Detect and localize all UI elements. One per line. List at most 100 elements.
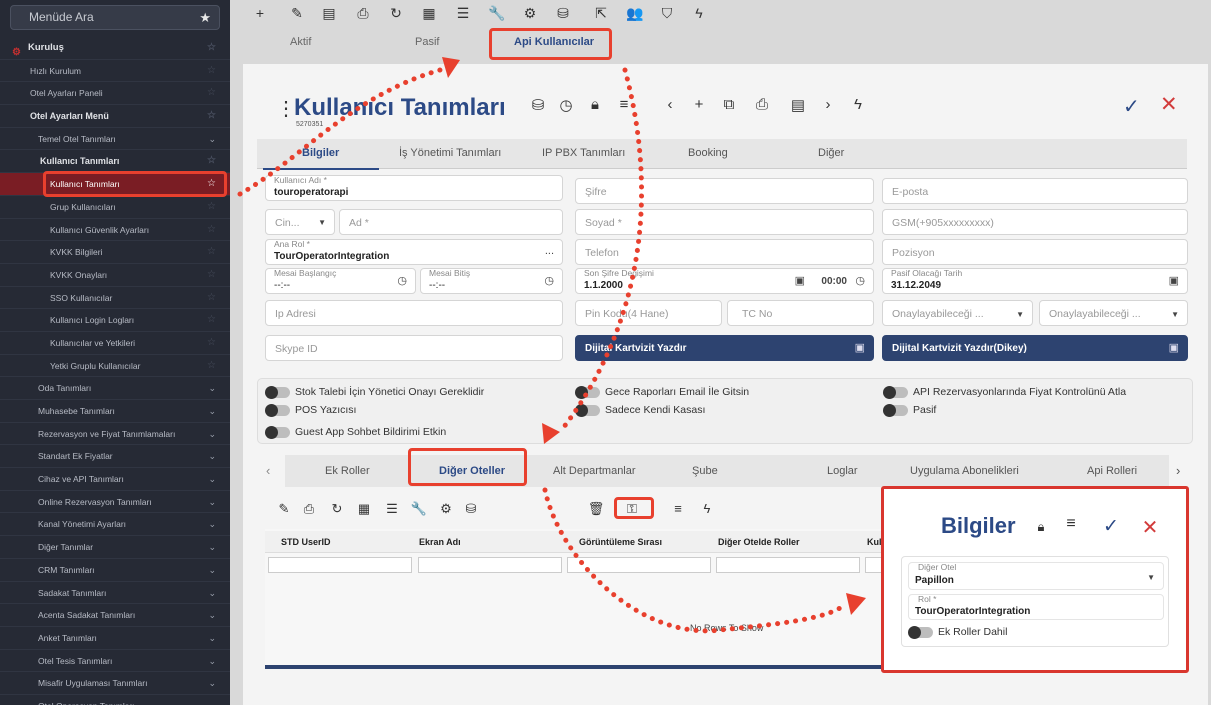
sidebar-item[interactable]: Sadakat Tanımları ⌄: [0, 582, 230, 605]
lock-icon[interactable]: 🔒︎: [1031, 519, 1051, 535]
chevron-down-icon[interactable]: ⌄: [208, 377, 216, 400]
chevron-down-icon[interactable]: ⌄: [208, 604, 216, 627]
flash-icon[interactable]: ϟ: [698, 501, 716, 516]
star-icon[interactable]: ☆: [207, 309, 216, 332]
chevron-down-icon[interactable]: ⌄: [208, 423, 216, 446]
flash-icon[interactable]: ϟ: [690, 5, 708, 21]
chevron-down-icon[interactable]: ⌄: [208, 559, 216, 582]
column-filter-input[interactable]: [716, 557, 860, 573]
sidebar-item[interactable]: CRM Tanımları ⌄: [0, 559, 230, 582]
column-header[interactable]: STD UserID: [281, 537, 331, 547]
close-icon[interactable]: ✕: [1160, 92, 1178, 117]
sidebar-item[interactable]: Yetki Gruplu Kullanıcılar ☆: [0, 355, 230, 378]
chevron-down-icon[interactable]: ⌄: [208, 582, 216, 605]
print-digital-card-vertical-button[interactable]: Dijital Kartvizit Yazdır(Dikey) ▣: [882, 335, 1188, 361]
position-field[interactable]: Pozisyon: [882, 239, 1188, 265]
chevron-down-icon[interactable]: ⌄: [208, 650, 216, 673]
star-icon[interactable]: ☆: [207, 219, 216, 242]
email-field[interactable]: E-posta: [882, 178, 1188, 204]
more-horiz-icon[interactable]: ...: [545, 245, 554, 257]
chevron-down-icon[interactable]: ⌄: [208, 468, 216, 491]
tab-pasif[interactable]: Pasif: [415, 36, 439, 48]
sidebar-item[interactable]: Kullanıcı Login Logları ☆: [0, 309, 230, 332]
menu-icon[interactable]: ≡: [1061, 515, 1081, 533]
tab-bilgiler[interactable]: Bilgiler: [302, 147, 339, 159]
chevron-down-icon[interactable]: ⌄: [208, 491, 216, 514]
star-icon[interactable]: ☆: [207, 196, 216, 219]
other-hotel-select[interactable]: Diğer Otel Papillon ▼: [908, 562, 1164, 590]
sidebar-item[interactable]: KVKK Bilgileri ☆: [0, 241, 230, 264]
star-icon[interactable]: ☆: [207, 105, 216, 128]
favorite-star-icon[interactable]: ★: [199, 6, 211, 29]
export-icon[interactable]: ⇱: [592, 5, 610, 22]
database-icon[interactable]: ⛁: [554, 5, 572, 22]
column-header[interactable]: Kul: [867, 537, 882, 547]
add-icon[interactable]: +: [251, 5, 269, 21]
edit-icon[interactable]: ✎: [288, 5, 306, 22]
chevron-down-icon[interactable]: ⌄: [208, 128, 216, 151]
last-password-change-field[interactable]: Son Şifre Değişimi 1.1.2000 ▣ 00:00 ◷: [575, 268, 874, 294]
calendar-icon[interactable]: ▣: [1169, 274, 1179, 287]
confirm-check-icon[interactable]: ✓: [1123, 94, 1140, 119]
chevron-down-icon[interactable]: ⌄: [208, 445, 216, 468]
approver1-select[interactable]: Onaylayabileceği ... ▼: [882, 300, 1033, 326]
gender-select[interactable]: Cin... ▼: [265, 209, 335, 235]
chevron-down-icon[interactable]: ⌄: [208, 672, 216, 695]
sidebar-item[interactable]: Otel Ayarları Menü ☆: [0, 105, 230, 128]
column-header[interactable]: Ekran Adı: [419, 537, 461, 547]
username-field[interactable]: Kullanıcı Adı * touroperatorapi: [265, 175, 563, 201]
column-filter-input[interactable]: [268, 557, 412, 573]
subtab-ek-roller[interactable]: Ek Roller: [325, 465, 370, 477]
star-icon[interactable]: ☆: [207, 241, 216, 264]
menu-icon[interactable]: ≡: [614, 96, 634, 113]
excel-icon[interactable]: ▦: [420, 5, 438, 22]
column-filter-input[interactable]: [418, 557, 562, 573]
sidebar-item[interactable]: Hızlı Kurulum ☆: [0, 60, 230, 83]
sidebar-item[interactable]: SSO Kullanıcılar ☆: [0, 287, 230, 310]
tab-aktif[interactable]: Aktif: [290, 36, 311, 48]
add-icon[interactable]: +: [689, 96, 709, 113]
sidebar-item[interactable]: Kuruluş ☆ ⚙: [0, 37, 230, 60]
sidebar-item[interactable]: Acenta Sadakat Tanımları ⌄: [0, 604, 230, 627]
close-icon[interactable]: ✕: [1140, 515, 1160, 540]
shift-end-field[interactable]: Mesai Bitiş --:-- ◷: [420, 268, 563, 294]
ip-address-field[interactable]: Ip Adresi: [265, 300, 563, 326]
sidebar-item[interactable]: Otel Tesis Tanımları ⌄: [0, 650, 230, 673]
tab-ip-pbx[interactable]: IP PBX Tanımları: [542, 147, 625, 159]
grid-scrollbar[interactable]: [265, 665, 915, 669]
sidebar-item[interactable]: Anket Tanımları ⌄: [0, 627, 230, 650]
approver2-select[interactable]: Onaylayabileceği ... ▼: [1039, 300, 1188, 326]
tc-no-field[interactable]: TC No: [727, 300, 874, 326]
column-header[interactable]: Diğer Otelde Roller: [718, 537, 800, 547]
menu-search-input[interactable]: Menüde Ara ★: [10, 5, 220, 30]
print-icon[interactable]: ⎙: [300, 501, 318, 517]
more-vert-icon[interactable]: ⋮: [276, 96, 296, 121]
column-filter-input[interactable]: [567, 557, 711, 573]
sidebar-item[interactable]: Standart Ek Fiyatlar ⌄: [0, 445, 230, 469]
subtab-uygulama-abonelikleri[interactable]: Uygulama Abonelikleri: [910, 465, 1019, 477]
surname-field[interactable]: Soyad *: [575, 209, 874, 235]
sidebar-item[interactable]: Rezervasyon ve Fiyat Tanımlamaları ⌄: [0, 423, 230, 446]
calendar-icon[interactable]: ▣: [795, 274, 805, 287]
scroll-right-icon[interactable]: ›: [1176, 463, 1180, 478]
star-icon[interactable]: ☆: [207, 150, 216, 173]
save-icon[interactable]: ▤: [320, 5, 338, 22]
refresh-icon[interactable]: ↻: [328, 501, 346, 517]
sidebar-item[interactable]: Kullanıcılar ve Yetkileri ☆: [0, 332, 230, 355]
database-icon[interactable]: ⛁: [462, 501, 480, 517]
sort-icon[interactable]: ≡: [669, 501, 687, 516]
edit-icon[interactable]: ✎: [275, 501, 293, 517]
star-icon[interactable]: ☆: [207, 287, 216, 310]
shift-start-field[interactable]: Mesai Başlangıç --:-- ◷: [265, 268, 416, 294]
confirm-check-icon[interactable]: ✓: [1101, 515, 1121, 538]
tab-diger[interactable]: Diğer: [818, 147, 844, 159]
pin-code-field[interactable]: Pin Kodu(4 Hane): [575, 300, 722, 326]
sidebar-item[interactable]: Temel Otel Tanımları ⌄: [0, 128, 230, 151]
settings-icon[interactable]: ⚙: [521, 5, 539, 22]
phone-field[interactable]: Telefon: [575, 239, 874, 265]
shield-icon[interactable]: ⛉: [658, 5, 676, 22]
main-role-field[interactable]: Ana Rol * TourOperatorIntegration ...: [265, 239, 563, 265]
chevron-down-icon[interactable]: ⌄: [208, 400, 216, 423]
sidebar-item[interactable]: Kullanıcı Tanımları ☆: [0, 150, 230, 174]
print-icon[interactable]: ⎙: [354, 5, 372, 22]
